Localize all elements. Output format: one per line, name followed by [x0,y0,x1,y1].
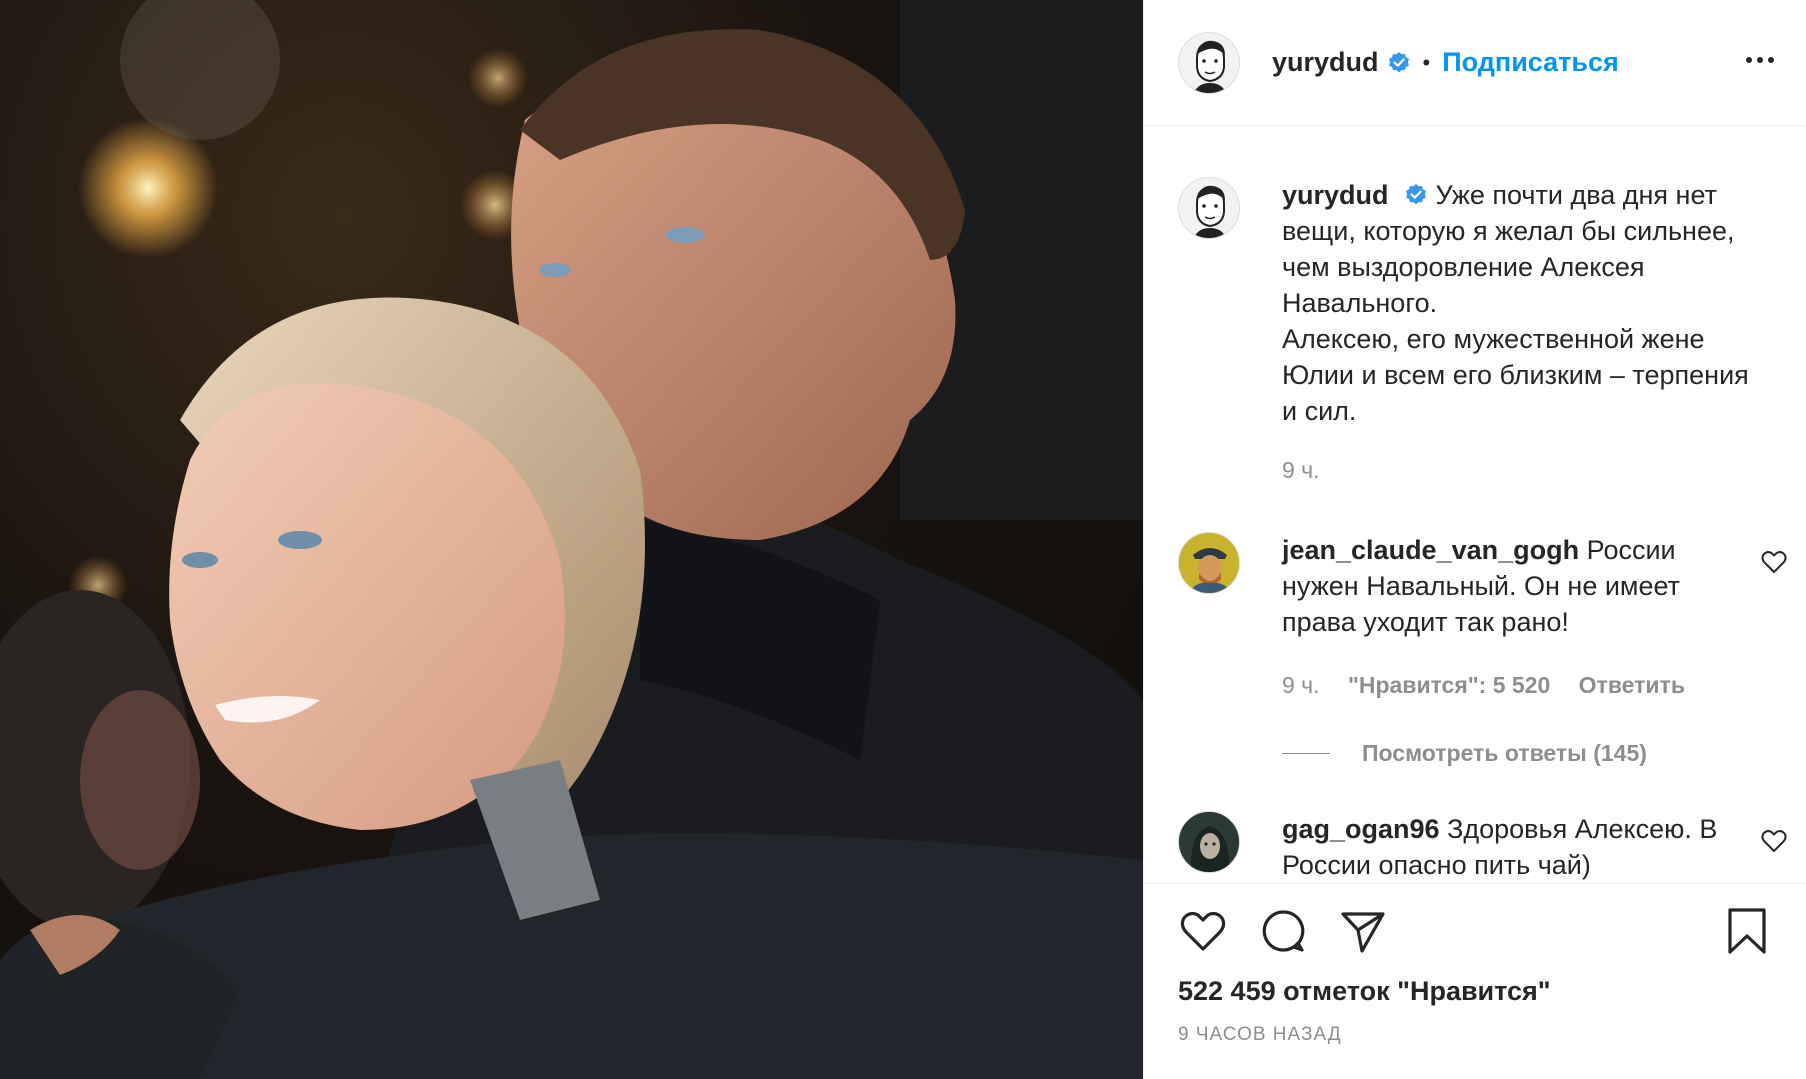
comment-icon[interactable] [1258,906,1308,956]
separator-dot: • [1422,49,1431,75]
caption-text-block: yurydud Уже почти два дня нет вещи, кото… [1282,177,1752,429]
commenter-avatar[interactable] [1178,532,1240,594]
comment-text-block: gag_ogan96 Здоровья Алексею. В России оп… [1282,811,1752,883]
view-replies-label: Посмотреть ответы (145) [1362,740,1647,766]
comments-section[interactable]: yurydud Уже почти два дня нет вещи, кото… [1144,127,1806,883]
comment-meta: 9 ч. "Нравится": 5 520 Ответить [1282,672,1707,699]
author-username[interactable]: yurydud [1272,47,1379,78]
paper-plane-icon[interactable] [1338,906,1388,956]
comment-username[interactable]: jean_claude_van_gogh [1282,535,1579,565]
replies-divider [1282,753,1330,754]
post-photo[interactable] [0,0,1143,1079]
caption-time: 9 ч. [1282,457,1320,483]
bookmark-icon[interactable] [1722,906,1772,956]
heart-icon[interactable] [1760,548,1788,576]
caption-avatar[interactable] [1178,177,1240,239]
heart-icon[interactable] [1178,906,1228,956]
face-avatar-icon [1179,32,1239,93]
likes-count[interactable]: 522 459 отметок "Нравится" [1178,976,1551,1007]
verified-badge-icon [1406,184,1427,205]
caption-meta: 9 ч. [1282,457,1342,484]
instagram-post: yurydud • Подписаться yurydud Уже почти … [0,0,1806,1079]
hooded-figure-avatar-icon [1179,812,1239,872]
post-header: yurydud • Подписаться [1144,0,1806,126]
author-avatar[interactable] [1178,31,1240,94]
view-replies-button[interactable]: Посмотреть ответы (145) [1282,740,1647,767]
follow-button[interactable]: Подписаться [1442,47,1619,78]
post-sidebar: yurydud • Подписаться yurydud Уже почти … [1143,0,1806,1079]
painted-portrait-avatar-icon [1179,533,1239,593]
post-time-ago[interactable]: 9 часов назад [1178,1024,1342,1046]
reply-button[interactable]: Ответить [1579,672,1685,698]
caption-username[interactable]: yurydud [1282,180,1389,210]
verified-badge-icon [1388,51,1409,72]
caption-text-2: Алексею, его мужественной жене Юлии и вс… [1282,324,1749,426]
face-avatar-icon [1179,178,1239,238]
heart-icon[interactable] [1760,827,1788,855]
comment-likes[interactable]: "Нравится": 5 520 [1348,672,1550,698]
comment-text-block: jean_claude_van_gogh России нужен Наваль… [1282,532,1752,640]
more-options-icon[interactable] [1740,40,1780,80]
couple-photo [0,0,1143,1079]
commenter-avatar[interactable] [1178,811,1240,873]
comment-time: 9 ч. [1282,672,1320,698]
post-actions: 522 459 отметок "Нравится" 9 часов назад [1144,883,1806,1079]
comment-username[interactable]: gag_ogan96 [1282,814,1440,844]
